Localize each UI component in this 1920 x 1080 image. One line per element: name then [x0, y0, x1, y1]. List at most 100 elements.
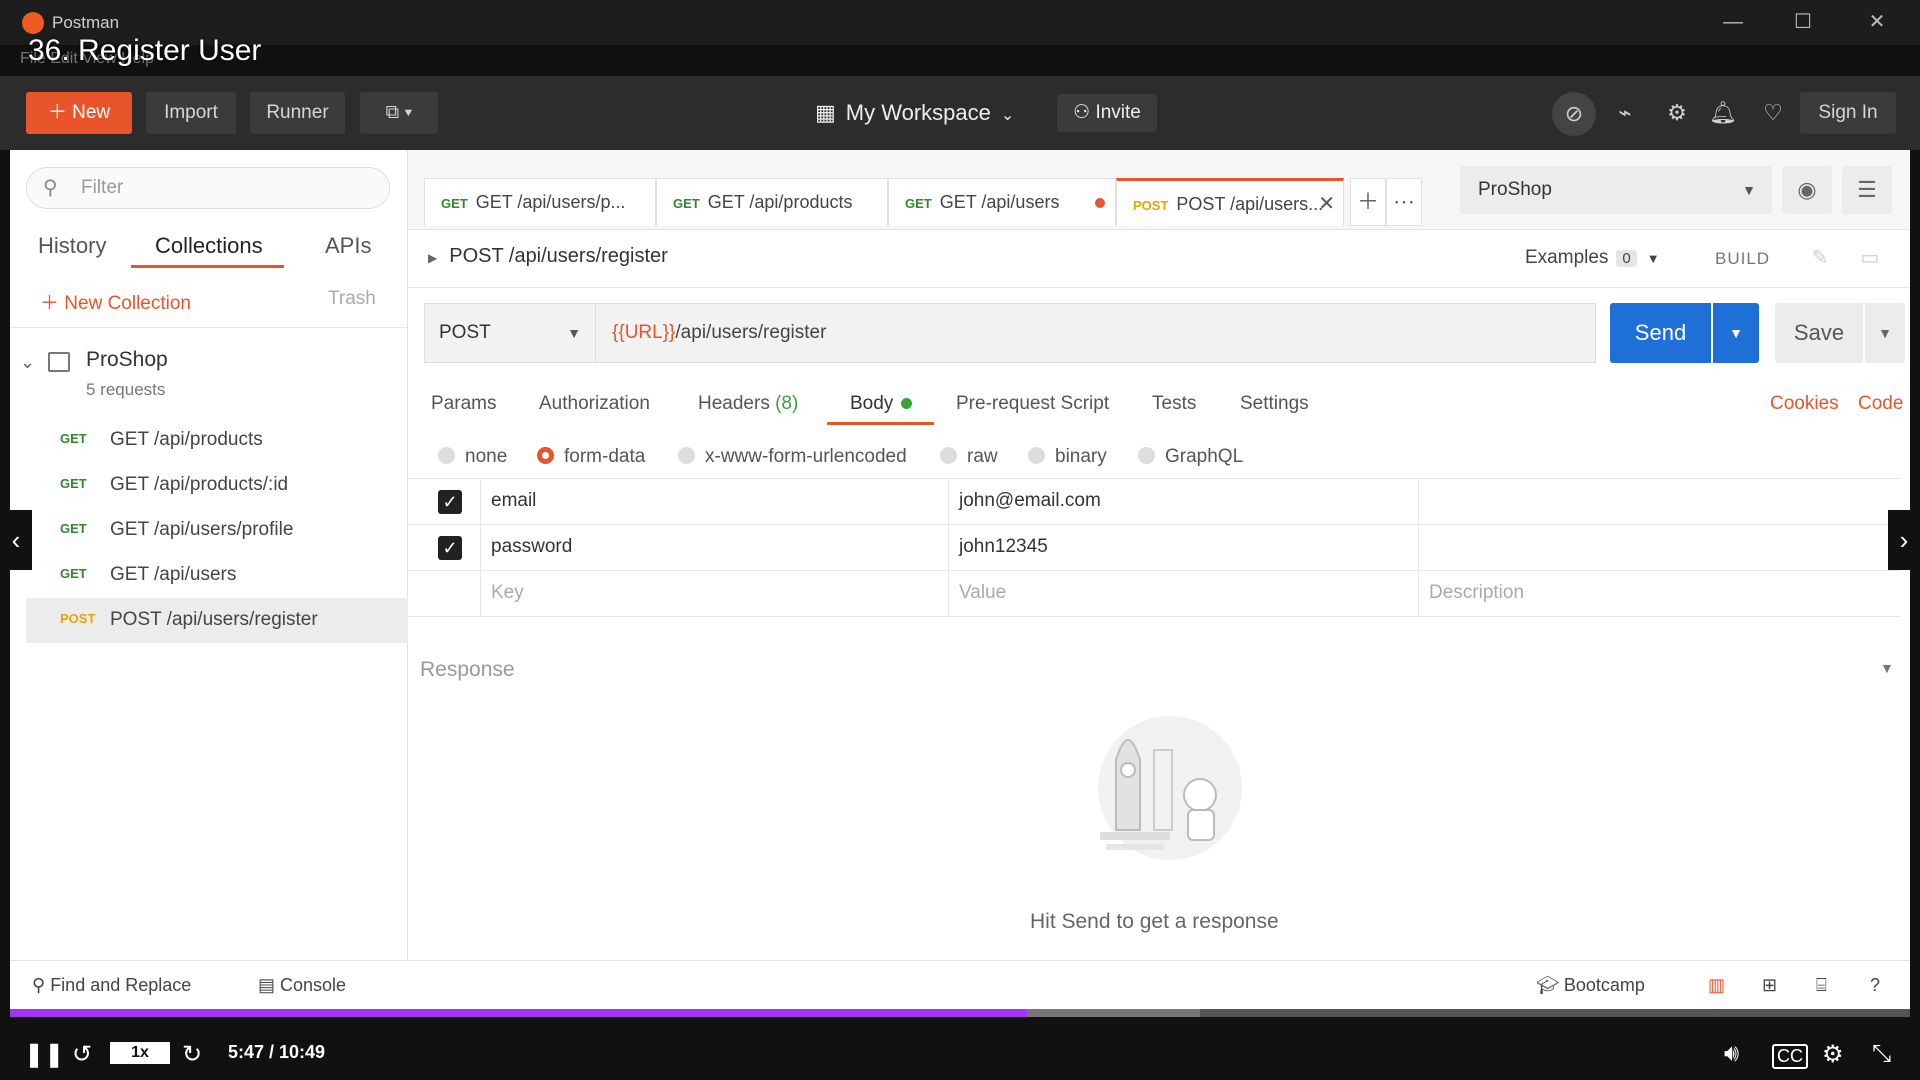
request-tab[interactable]: GET GET /api/users/p... — [424, 178, 656, 226]
settings-sliders-icon[interactable]: ☰ — [1842, 166, 1892, 214]
request-tab[interactable]: GET GET /api/users — [888, 178, 1116, 226]
request-tab-active[interactable]: POST POST /api/users... ✕ — [1116, 178, 1344, 226]
previous-lecture-button[interactable]: ‹ — [0, 510, 32, 570]
list-item[interactable]: GET GET /api/users/profile — [26, 508, 408, 553]
heart-icon[interactable]: ♡ — [1758, 98, 1788, 128]
radio-binary[interactable]: binary — [1028, 446, 1107, 468]
radio-none[interactable]: none — [438, 446, 507, 468]
pause-icon[interactable]: ❚❚ — [24, 1040, 64, 1069]
gear-icon[interactable]: ⚙ — [1662, 98, 1692, 128]
radio-graphql[interactable]: GraphQL — [1138, 446, 1243, 468]
capture-icon[interactable]: ⌸ — [1816, 975, 1827, 996]
tab-tests[interactable]: Tests — [1152, 393, 1196, 415]
method-select[interactable]: POST ▼ — [424, 303, 596, 363]
more-tabs-button[interactable]: ⋯ — [1386, 178, 1422, 226]
comment-icon[interactable]: ▭ — [1850, 238, 1890, 278]
pencil-icon[interactable]: ✎ — [1800, 238, 1840, 278]
build-label[interactable]: BUILD — [1715, 249, 1770, 269]
form-data-table: ✓ email john@email.com ✓ password john12… — [408, 478, 1900, 644]
console-button[interactable]: ▤ Console — [258, 975, 346, 996]
satellite-icon[interactable]: ⌁ — [1610, 98, 1640, 128]
body-label: Body — [850, 393, 894, 414]
description-cell[interactable] — [1418, 479, 1900, 525]
examples-dropdown[interactable]: Examples 0 ▼ — [1525, 247, 1660, 269]
add-tab-button[interactable]: ＋ — [1350, 178, 1386, 226]
tab-label: GET /api/users — [939, 192, 1060, 212]
key-cell[interactable]: email — [480, 479, 865, 525]
environment-select[interactable]: ProShop ▼ — [1460, 166, 1772, 214]
maximize-button[interactable]: ☐ — [1788, 8, 1818, 36]
send-button[interactable]: Send — [1610, 303, 1711, 363]
collection-count: 5 requests — [86, 380, 166, 399]
value-cell[interactable]: john@email.com — [948, 479, 1418, 525]
invite-label: Invite — [1095, 102, 1141, 123]
send-dropdown-button[interactable]: ▼ — [1713, 303, 1759, 363]
list-item-selected[interactable]: POST POST /api/users/register — [26, 598, 408, 643]
eye-icon[interactable]: ◉ — [1782, 166, 1832, 214]
tab-collections[interactable]: Collections — [155, 233, 263, 259]
key-cell[interactable]: password — [480, 525, 865, 571]
close-icon[interactable]: ✕ — [1318, 181, 1335, 227]
tab-label: POST /api/users... — [1176, 194, 1324, 214]
two-pane-icon[interactable]: ▥ — [1708, 975, 1725, 996]
settings-gear-icon[interactable]: ⚙ — [1822, 1040, 1844, 1069]
tab-prerequest-script[interactable]: Pre-request Script — [956, 393, 1109, 415]
window-close-button[interactable]: ✕ — [1862, 8, 1892, 36]
chevron-down-icon[interactable]: ⌄ — [20, 352, 35, 373]
radio-raw[interactable]: raw — [940, 446, 998, 468]
captions-icon[interactable]: CC — [1772, 1044, 1808, 1069]
new-window-button[interactable]: ⧉ ▾ — [360, 92, 438, 134]
code-link[interactable]: Code — [1858, 393, 1903, 415]
tab-body[interactable]: Body — [850, 393, 913, 415]
list-item[interactable]: GET GET /api/products — [26, 418, 408, 463]
tab-headers[interactable]: Headers (8) — [698, 393, 798, 415]
layout-icon[interactable]: ⊞ — [1762, 975, 1777, 996]
checkbox-checked[interactable]: ✓ — [438, 536, 462, 560]
checkbox-checked[interactable]: ✓ — [438, 490, 462, 514]
next-lecture-button[interactable]: › — [1888, 510, 1920, 570]
description-placeholder[interactable]: Description — [1418, 571, 1900, 617]
invite-button[interactable]: ⚇ Invite — [1057, 94, 1157, 132]
bootcamp-button[interactable]: 🎓︎ Bootcamp — [1536, 975, 1645, 996]
key-placeholder[interactable]: Key — [480, 571, 865, 617]
new-collection-button[interactable]: ＋ New Collection — [40, 288, 191, 315]
workspace-selector[interactable]: ▦ My Workspace ⌄ — [815, 92, 1014, 134]
tab-settings[interactable]: Settings — [1240, 393, 1309, 415]
tab-apis[interactable]: APIs — [325, 233, 371, 259]
request-title[interactable]: ▶ POST /api/users/register — [428, 245, 668, 268]
description-cell[interactable] — [1418, 525, 1900, 571]
runner-button[interactable]: Runner — [250, 92, 345, 134]
value-placeholder[interactable]: Value — [948, 571, 1418, 617]
list-item[interactable]: GET GET /api/products/:id — [26, 463, 408, 508]
sync-off-icon[interactable]: ⊘ — [1552, 92, 1596, 136]
video-progress-bar[interactable] — [10, 1009, 1027, 1017]
caret-down-icon[interactable]: ▼ — [1880, 660, 1894, 676]
radio-x-www-form-urlencoded[interactable]: x-www-form-urlencoded — [678, 446, 907, 468]
sign-in-button[interactable]: Sign In — [1800, 92, 1896, 134]
new-button[interactable]: ＋ New — [26, 92, 132, 134]
request-tab[interactable]: GET GET /api/products — [656, 178, 888, 226]
help-icon[interactable]: ? — [1870, 975, 1880, 996]
collection-proshop[interactable]: ⌄ ProShop 5 requests — [10, 340, 408, 406]
fullscreen-exit-icon[interactable]: ⤡ — [1872, 1040, 1891, 1068]
forward-icon[interactable]: ↻ — [182, 1040, 202, 1069]
url-input[interactable]: {{URL}}/api/users/register — [596, 303, 1596, 363]
radio-form-data[interactable]: form-data — [537, 446, 645, 468]
playback-speed-button[interactable]: 1x — [110, 1042, 170, 1064]
list-item[interactable]: GET GET /api/users — [26, 553, 408, 598]
bell-icon[interactable]: 🔔︎ — [1708, 98, 1738, 128]
volume-icon[interactable]: 🔊︎ — [1724, 1040, 1739, 1068]
rewind-icon[interactable]: ↺ — [72, 1040, 92, 1069]
tab-history[interactable]: History — [38, 233, 106, 259]
tab-params[interactable]: Params — [431, 393, 496, 415]
save-dropdown-button[interactable]: ▼ — [1865, 303, 1905, 363]
save-button[interactable]: Save — [1775, 303, 1863, 363]
minimize-button[interactable]: — — [1718, 8, 1748, 36]
filter-input[interactable]: ⚲ Filter — [26, 167, 390, 209]
cookies-link[interactable]: Cookies — [1770, 393, 1839, 415]
value-cell[interactable]: john12345 — [948, 525, 1418, 571]
trash-link[interactable]: Trash — [328, 288, 376, 310]
find-replace-button[interactable]: ⚲ Find and Replace — [32, 975, 191, 996]
tab-authorization[interactable]: Authorization — [539, 393, 650, 415]
import-button[interactable]: Import — [146, 92, 236, 134]
